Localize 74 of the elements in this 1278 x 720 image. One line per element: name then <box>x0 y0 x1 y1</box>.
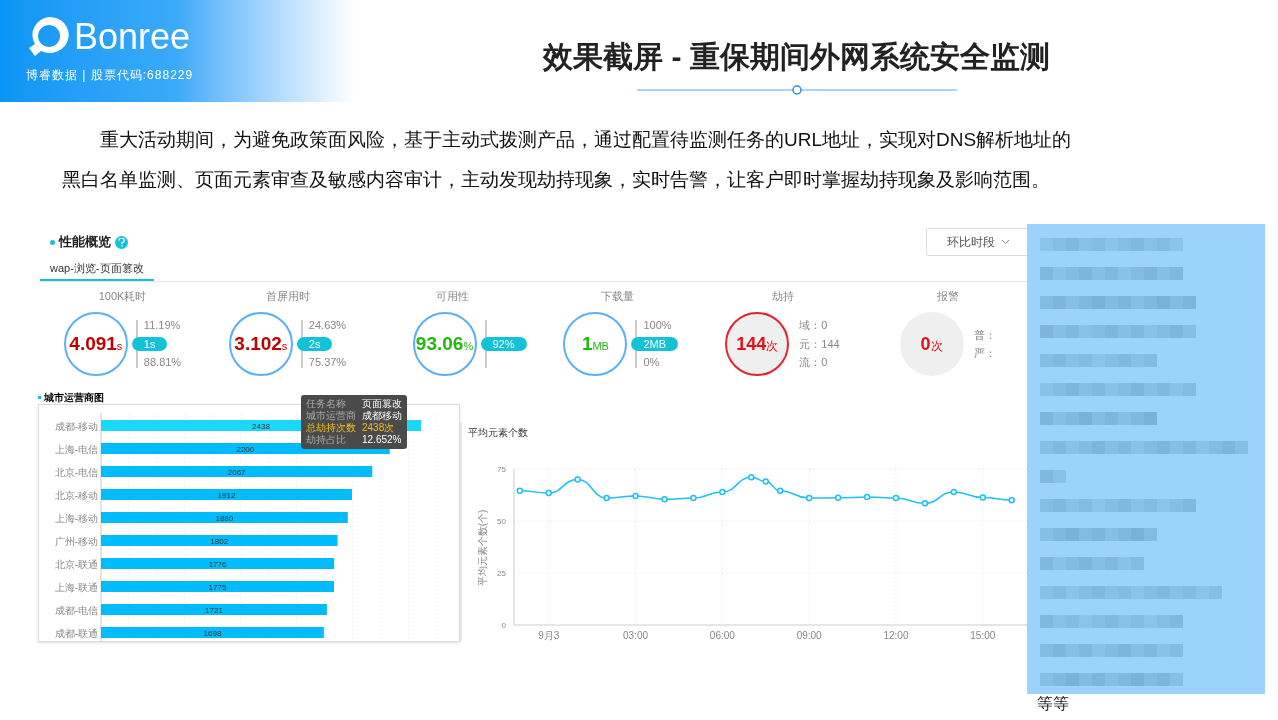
y-tick-label: 50 <box>497 517 506 526</box>
x-tick-label: 12:00 <box>883 630 909 641</box>
category-label: 上海-联通 <box>54 582 98 593</box>
count-line: 严： <box>973 346 996 361</box>
bar-value: 2200 <box>236 445 255 454</box>
tooltip-key: 总劫持次数 <box>306 422 356 434</box>
category-label: 上海-移动 <box>54 513 98 524</box>
tooltip-key: 任务名称 <box>306 398 356 410</box>
x-tick-label: 15:00 <box>970 630 996 641</box>
bar-value: 2438 <box>252 422 270 431</box>
metric-value: 144次 <box>736 332 779 356</box>
count-line: 域：0 <box>799 318 829 334</box>
metric-value: 3.102s <box>234 331 288 356</box>
metric-label: 报警 <box>936 288 959 304</box>
metric-value: 1MB <box>581 331 609 356</box>
upper-percent: 100% <box>643 320 672 331</box>
tooltip-value: 2438次 <box>362 422 396 434</box>
category-label: 成都-联通 <box>54 628 98 639</box>
category-label: 成都-电信 <box>54 605 98 616</box>
brand-name: Bonree <box>74 19 191 55</box>
slide-title: 效果截屏 - 重保期间外网系统安全监测 <box>543 39 1050 75</box>
y-tick-label: 75 <box>497 465 506 474</box>
y-tick-label: 0 <box>501 621 506 630</box>
count-line: 普： <box>973 327 996 343</box>
section-title: 性能概览 <box>59 233 111 252</box>
category-label: 北京-电信 <box>54 467 98 478</box>
note-text: 等等 <box>1037 694 1070 714</box>
tooltip-value: 成都移动 <box>362 410 402 422</box>
bar-value: 1776 <box>208 560 227 569</box>
category-label: 成都-移动 <box>54 421 98 432</box>
y-axis-label: 平均元素个数(个) <box>477 509 488 587</box>
metric-value: 4.091s <box>69 331 123 356</box>
x-tick-label: 9月3 <box>538 630 560 641</box>
x-tick-label: 03:00 <box>623 630 649 641</box>
tooltip-key: 劫持占比 <box>306 434 356 446</box>
category-label: 上海-电信 <box>54 444 98 455</box>
category-label: 北京-移动 <box>54 490 98 501</box>
tooltip-value: 12.652% <box>362 434 402 446</box>
x-tick-label: 09:00 <box>796 630 822 641</box>
metric-label: 下载量 <box>601 288 634 304</box>
bar-value: 1775 <box>208 583 227 592</box>
x-tick-label: 06:00 <box>709 630 735 641</box>
panel-title: 平均元素个数 <box>468 426 529 440</box>
lower-percent: 0% <box>643 357 661 368</box>
count-line: 流：0 <box>799 355 829 371</box>
brand-subtitle: 博睿数据 | 股票代码:688229 <box>26 67 195 84</box>
bar-value: 1721 <box>205 606 223 615</box>
category-label: 北京-联通 <box>54 559 98 570</box>
compare-pill: 2s <box>296 337 333 351</box>
lower-percent: 88.81% <box>143 357 182 368</box>
bar-value: 1698 <box>203 629 222 638</box>
category-label: 广州-移动 <box>54 536 98 547</box>
metric-value: 0次 <box>920 332 943 356</box>
metric-label: 劫持 <box>771 288 794 304</box>
description-paragraph: 重大活动期间，为避免政策面风险，基于主动式拨测产品，通过配置待监测任务的URL地址，实现对DNS解析地址的黑白名单监测、页面元素审查及敏感内容审计，主动发现劫持现象，实时告警，让客户即时掌握劫持现象及影响范围。 <box>62 128 1073 192</box>
y-tick-label: 25 <box>497 569 506 578</box>
tooltip-key: 城市运营商 <box>306 410 356 422</box>
metric-label: 可用性 <box>436 288 469 304</box>
bar-value: 1880 <box>215 514 234 523</box>
compare-pill: 1s <box>131 337 168 351</box>
upper-percent: 24.63% <box>308 320 347 331</box>
lower-percent: 75.37% <box>308 357 347 368</box>
bar-value: 1912 <box>217 491 236 500</box>
metric-label: 首屏用时 <box>265 288 310 304</box>
metric-value: 93.06% <box>415 331 474 356</box>
bar-value: 2067 <box>227 468 246 477</box>
panel-title: 城市运营商图 <box>44 390 104 405</box>
metric-label: 100K耗时 <box>98 288 147 304</box>
compare-pill: 2MB <box>631 337 679 351</box>
bar-value: 1802 <box>210 537 229 546</box>
count-line: 元：144 <box>799 336 840 352</box>
upper-percent: 11.19% <box>143 320 182 331</box>
tooltip-value: 页面篡改 <box>362 398 402 410</box>
compare-pill: 92% <box>480 337 527 351</box>
